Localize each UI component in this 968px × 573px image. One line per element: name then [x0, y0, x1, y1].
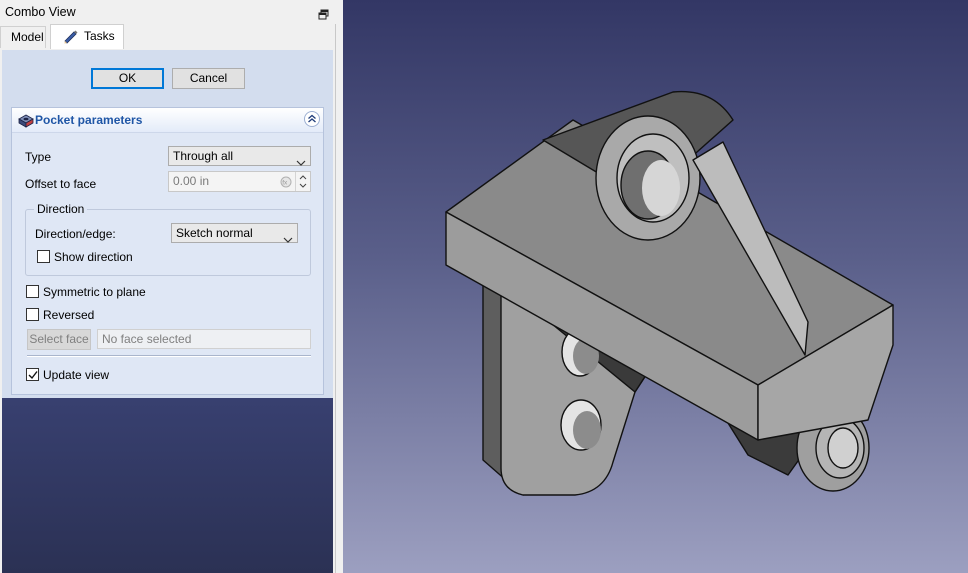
tab-bar: Model Tasks [0, 24, 336, 49]
splitter[interactable] [336, 0, 343, 573]
tab-model-label: Model [11, 30, 44, 44]
direction-edge-select-value: Sketch normal [176, 226, 253, 240]
combo-view-title: Combo View [0, 0, 336, 24]
chevron-down-icon [283, 230, 293, 248]
collapse-icon[interactable] [304, 111, 320, 127]
offset-label: Offset to face [25, 177, 97, 191]
update-view-checkbox[interactable] [26, 368, 39, 381]
separator [27, 355, 311, 357]
direction-edge-label: Direction/edge: [35, 227, 116, 241]
pocket-parameters-header[interactable]: Pocket parameters [12, 108, 323, 133]
type-label: Type [25, 150, 52, 164]
direction-group-title: Direction [34, 202, 88, 216]
task-panel-empty-area [2, 398, 333, 573]
offset-input-value: 0.00 in [173, 174, 210, 188]
formula-icon[interactable]: fx [280, 175, 292, 194]
pocket-parameters-box: Pocket parameters Type Through all Offse… [11, 107, 324, 395]
update-view-label: Update view [43, 368, 110, 382]
part-model [445, 90, 894, 496]
symmetric-to-plane-label: Symmetric to plane [43, 285, 146, 299]
reversed-checkbox[interactable] [26, 308, 39, 321]
face-field[interactable]: No face selected [97, 329, 311, 349]
pocket-icon [18, 112, 34, 131]
show-direction-label: Show direction [54, 250, 133, 264]
svg-text:fx: fx [282, 180, 288, 187]
pencil-icon [63, 28, 79, 50]
show-direction-checkbox[interactable] [37, 250, 50, 263]
ok-button[interactable]: OK [91, 68, 164, 89]
reversed-label: Reversed [43, 308, 95, 322]
type-select-value: Through all [173, 149, 234, 163]
select-face-button[interactable]: Select face [27, 329, 91, 350]
cancel-button[interactable]: Cancel [172, 68, 245, 89]
tab-tasks-label: Tasks [84, 29, 115, 43]
tab-tasks[interactable]: Tasks [50, 24, 124, 49]
direction-group: Direction Direction/edge: Sketch normal … [25, 202, 311, 276]
combo-view-title-text: Combo View [5, 5, 76, 19]
direction-edge-select[interactable]: Sketch normal [171, 223, 298, 243]
checkmark-icon [28, 369, 38, 383]
tab-model[interactable]: Model [0, 26, 46, 48]
chevron-down-icon [296, 153, 306, 171]
3d-viewport[interactable] [343, 0, 968, 573]
offset-spin-arrows[interactable] [295, 172, 310, 191]
pocket-parameters-title: Pocket parameters [35, 113, 143, 127]
restore-window-icon[interactable] [318, 5, 330, 20]
offset-input[interactable]: 0.00 in fx [168, 171, 311, 192]
type-select[interactable]: Through all [168, 146, 311, 166]
symmetric-to-plane-checkbox[interactable] [26, 285, 39, 298]
